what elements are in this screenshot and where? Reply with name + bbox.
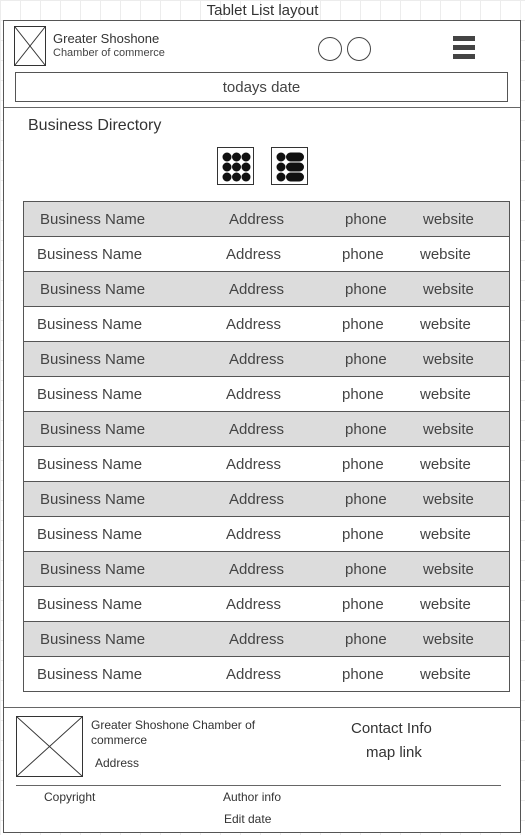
business-website[interactable]: website — [423, 631, 474, 648]
business-phone: phone — [342, 386, 384, 403]
footer-address: Address — [95, 756, 140, 770]
business-table: Business Name Address phone website Business… — [23, 201, 510, 692]
footer-org-name: Greater Shoshone Chamber of commerce — [91, 718, 256, 747]
date-bar: todays date — [15, 72, 508, 102]
business-website[interactable]: website — [423, 211, 474, 228]
business-address: Address — [226, 386, 282, 403]
business-phone: phone — [345, 351, 387, 368]
business-phone: phone — [342, 246, 384, 263]
business-name: Business Name — [40, 281, 146, 298]
business-phone: phone — [345, 421, 387, 438]
business-address: Address — [229, 351, 285, 368]
business-name: Business Name — [40, 491, 146, 508]
business-website[interactable]: website — [423, 351, 474, 368]
business-website[interactable]: website — [420, 246, 471, 263]
business-name: Business Name — [37, 246, 143, 263]
business-address: Address — [229, 631, 285, 648]
business-name: Business Name — [37, 386, 143, 403]
business-name: Business Name — [40, 421, 146, 438]
list-view-icon[interactable] — [271, 147, 308, 185]
business-address: Address — [226, 316, 282, 333]
date-text: todays date — [222, 78, 301, 96]
map-link[interactable]: map link — [366, 744, 422, 761]
business-phone: phone — [342, 596, 384, 613]
business-website[interactable]: website — [420, 386, 471, 403]
business-phone: phone — [342, 316, 384, 333]
org-subtitle: Chamber of commerce — [53, 47, 165, 59]
table-row[interactable]: Business Name Address phone website — [24, 202, 509, 237]
table-row[interactable]: Business Name Address phone website — [24, 517, 509, 552]
table-row[interactable]: Business Name Address phone website — [24, 272, 509, 307]
business-website[interactable]: website — [423, 561, 474, 578]
business-website[interactable]: website — [420, 596, 471, 613]
footer-inner-divider — [16, 785, 501, 786]
business-phone: phone — [345, 631, 387, 648]
business-address: Address — [229, 561, 285, 578]
business-website[interactable]: website — [420, 666, 471, 683]
org-name: Greater Shoshone — [53, 31, 160, 46]
edit-date: Edit date — [224, 812, 272, 826]
business-name: Business Name — [37, 456, 143, 473]
logo-placeholder-icon[interactable] — [14, 26, 46, 66]
business-address: Address — [226, 456, 282, 473]
business-address: Address — [229, 211, 285, 228]
business-address: Address — [226, 526, 282, 543]
business-phone: phone — [342, 456, 384, 473]
table-row[interactable]: Business Name Address phone website — [24, 412, 509, 447]
table-row[interactable]: Business Name Address phone website — [24, 482, 509, 517]
table-row[interactable]: Business Name Address phone website — [24, 237, 509, 272]
table-row[interactable]: Business Name Address phone website — [24, 377, 509, 412]
table-row[interactable]: Business Name Address phone website — [24, 587, 509, 622]
table-row[interactable]: Business Name Address phone website — [24, 657, 509, 692]
copyright-text: Copyright — [44, 790, 96, 804]
hamburger-menu-icon[interactable] — [453, 36, 475, 63]
table-row[interactable]: Business Name Address phone website — [24, 307, 509, 342]
circle-icon[interactable] — [318, 37, 342, 61]
contact-info[interactable]: Contact Info — [351, 720, 432, 737]
business-website[interactable]: website — [420, 526, 471, 543]
business-website[interactable]: website — [420, 456, 471, 473]
business-name: Business Name — [40, 211, 146, 228]
business-address: Address — [226, 596, 282, 613]
logo-placeholder-icon[interactable] — [16, 716, 83, 777]
business-address: Address — [229, 281, 285, 298]
business-website[interactable]: website — [423, 421, 474, 438]
business-phone: phone — [345, 561, 387, 578]
business-phone: phone — [345, 281, 387, 298]
business-phone: phone — [345, 211, 387, 228]
footer-divider — [4, 707, 520, 708]
business-phone: phone — [345, 491, 387, 508]
business-website[interactable]: website — [423, 491, 474, 508]
business-name: Business Name — [40, 351, 146, 368]
business-website[interactable]: website — [423, 281, 474, 298]
table-row[interactable]: Business Name Address phone website — [24, 447, 509, 482]
business-name: Business Name — [40, 561, 146, 578]
business-phone: phone — [342, 526, 384, 543]
frame-title: Tablet List layout — [206, 2, 319, 19]
table-row[interactable]: Business Name Address phone website — [24, 622, 509, 657]
section-title: Business Directory — [28, 117, 162, 134]
table-row[interactable]: Business Name Address phone website — [24, 552, 509, 587]
business-name: Business Name — [37, 526, 143, 543]
business-name: Business Name — [37, 316, 143, 333]
business-phone: phone — [342, 666, 384, 683]
business-name: Business Name — [37, 596, 143, 613]
table-row[interactable]: Business Name Address phone website — [24, 342, 509, 377]
business-name: Business Name — [40, 631, 146, 648]
business-website[interactable]: website — [420, 316, 471, 333]
business-address: Address — [226, 666, 282, 683]
business-name: Business Name — [37, 666, 143, 683]
business-address: Address — [229, 421, 285, 438]
business-address: Address — [229, 491, 285, 508]
business-address: Address — [226, 246, 282, 263]
header-divider — [4, 107, 520, 108]
circle-icon[interactable] — [347, 37, 371, 61]
author-info: Author info — [223, 790, 282, 804]
grid-view-icon[interactable] — [217, 147, 254, 185]
